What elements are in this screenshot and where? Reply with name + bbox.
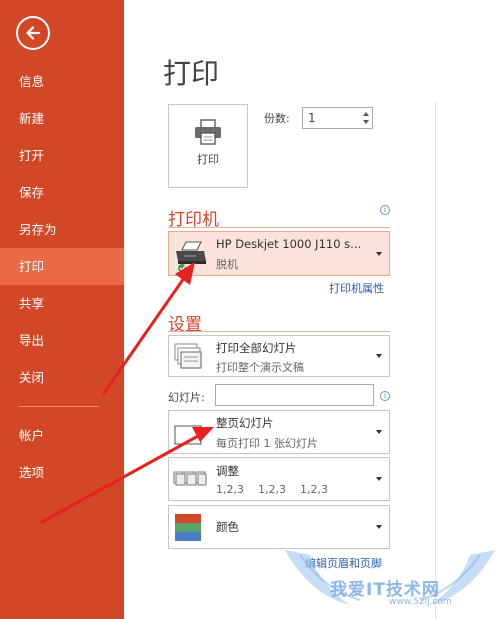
color-swatch-icon: [175, 514, 201, 541]
printer-dropdown[interactable]: HP Deskjet 1000 J110 s... 脱机: [168, 231, 390, 276]
full-page-slide-icon: [174, 425, 202, 445]
print-button-label: 打印: [197, 153, 219, 166]
nav-divider: [19, 406, 99, 407]
print-range-title: 打印全部幻灯片: [216, 341, 297, 355]
copies-increment-icon[interactable]: [363, 112, 369, 116]
copies-input[interactable]: 1: [302, 107, 373, 129]
chevron-down-icon: [376, 251, 382, 256]
nav-print[interactable]: 打印: [0, 248, 124, 285]
slides-input[interactable]: [215, 384, 374, 406]
nav-account[interactable]: 帐户: [0, 417, 124, 454]
copies-value: 1: [308, 111, 316, 125]
copies-decrement-icon[interactable]: [363, 120, 369, 124]
collation-subtitle: 1,2,3 1,2,3 1,2,3: [216, 483, 328, 496]
nav-options[interactable]: 选项: [0, 454, 124, 491]
chevron-down-icon: [376, 525, 382, 529]
chevron-down-icon: [376, 477, 382, 481]
slides-label: 幻灯片:: [168, 391, 205, 404]
print-button[interactable]: 打印: [168, 104, 248, 188]
color-dropdown[interactable]: 颜色: [168, 505, 390, 549]
printer-name: HP Deskjet 1000 J110 s...: [216, 237, 362, 251]
slides-stack-icon: [174, 343, 202, 369]
info-icon[interactable]: i: [380, 205, 390, 215]
collated-pages-icon: [173, 471, 207, 486]
nav-save-as[interactable]: 另存为: [0, 211, 124, 248]
printer-icon: [195, 119, 221, 145]
printer-heading-rule: [168, 227, 390, 228]
backstage-sidebar: 信息 新建 打开 保存 另存为 打印 共享 导出 关闭 帐户 选项: [0, 0, 124, 619]
arrow-left-icon: [26, 26, 41, 40]
watermark-url: www.52ij.com: [389, 597, 452, 607]
nav-info[interactable]: 信息: [0, 63, 124, 100]
info-icon[interactable]: i: [380, 391, 390, 401]
layout-title: 整页幻灯片: [216, 416, 274, 430]
settings-heading-rule: [168, 331, 390, 332]
printer-status: 脱机: [216, 258, 238, 271]
chevron-down-icon: [376, 354, 382, 358]
page-title: 打印: [163, 57, 220, 90]
printer-properties-link[interactable]: 打印机属性: [329, 280, 384, 296]
print-range-dropdown[interactable]: 打印全部幻灯片 打印整个演示文稿: [168, 335, 390, 377]
collation-title: 调整: [216, 464, 239, 478]
copies-label: 份数:: [264, 112, 290, 125]
nav-new[interactable]: 新建: [0, 100, 124, 137]
printer-icon: [176, 241, 206, 272]
preview-divider: [435, 102, 436, 619]
nav-export[interactable]: 导出: [0, 322, 124, 359]
nav-save[interactable]: 保存: [0, 174, 124, 211]
layout-subtitle: 每页打印 1 张幻灯片: [216, 437, 318, 450]
nav-close[interactable]: 关闭: [0, 359, 124, 396]
layout-dropdown[interactable]: 整页幻灯片 每页打印 1 张幻灯片: [168, 410, 390, 454]
nav-share[interactable]: 共享: [0, 285, 124, 322]
nav-open[interactable]: 打开: [0, 137, 124, 174]
collation-dropdown[interactable]: 调整 1,2,3 1,2,3 1,2,3: [168, 457, 390, 501]
color-title: 颜色: [216, 520, 239, 534]
chevron-down-icon: [376, 430, 382, 434]
print-range-subtitle: 打印整个演示文稿: [216, 361, 304, 374]
back-button[interactable]: [16, 16, 50, 50]
